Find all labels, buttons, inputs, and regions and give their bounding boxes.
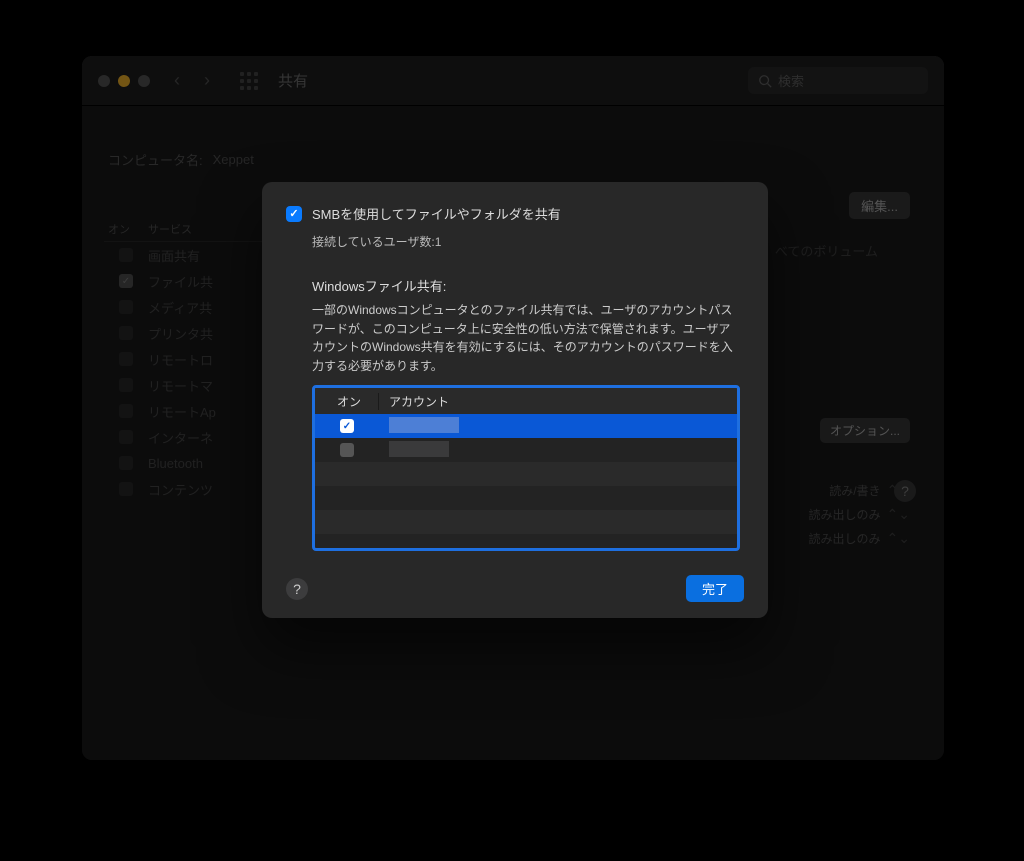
smb-checkbox-row: SMBを使用してファイルやフォルダを共有 xyxy=(286,204,744,223)
account-row-empty xyxy=(315,462,737,486)
smb-label: SMBを使用してファイルやフォルダを共有 xyxy=(312,204,561,223)
account-checkbox[interactable] xyxy=(340,419,354,433)
windows-file-sharing-description: 一部のWindowsコンピュータとのファイル共有では、ユーザのアカウントパスワー… xyxy=(312,301,740,375)
accounts-table: オン アカウント xyxy=(312,385,740,551)
col-on: オン xyxy=(315,393,379,410)
smb-options-sheet: SMBを使用してファイルやフォルダを共有 接続しているユーザ数:1 Window… xyxy=(262,182,768,618)
account-name-redacted xyxy=(389,417,459,433)
account-row-empty xyxy=(315,510,737,534)
col-account: アカウント xyxy=(379,393,449,410)
account-row-empty xyxy=(315,486,737,510)
account-name-redacted xyxy=(389,441,449,457)
account-row[interactable] xyxy=(315,438,737,462)
smb-checkbox[interactable] xyxy=(286,206,302,222)
done-button[interactable]: 完了 xyxy=(686,575,744,602)
connected-users: 接続しているユーザ数:1 xyxy=(312,233,744,250)
accounts-header: オン アカウント xyxy=(315,388,737,414)
help-button[interactable]: ? xyxy=(286,578,308,600)
sheet-footer: ? 完了 xyxy=(286,575,744,602)
account-row[interactable] xyxy=(315,414,737,438)
windows-file-sharing-title: Windowsファイル共有: xyxy=(312,276,744,295)
account-checkbox[interactable] xyxy=(340,443,354,457)
